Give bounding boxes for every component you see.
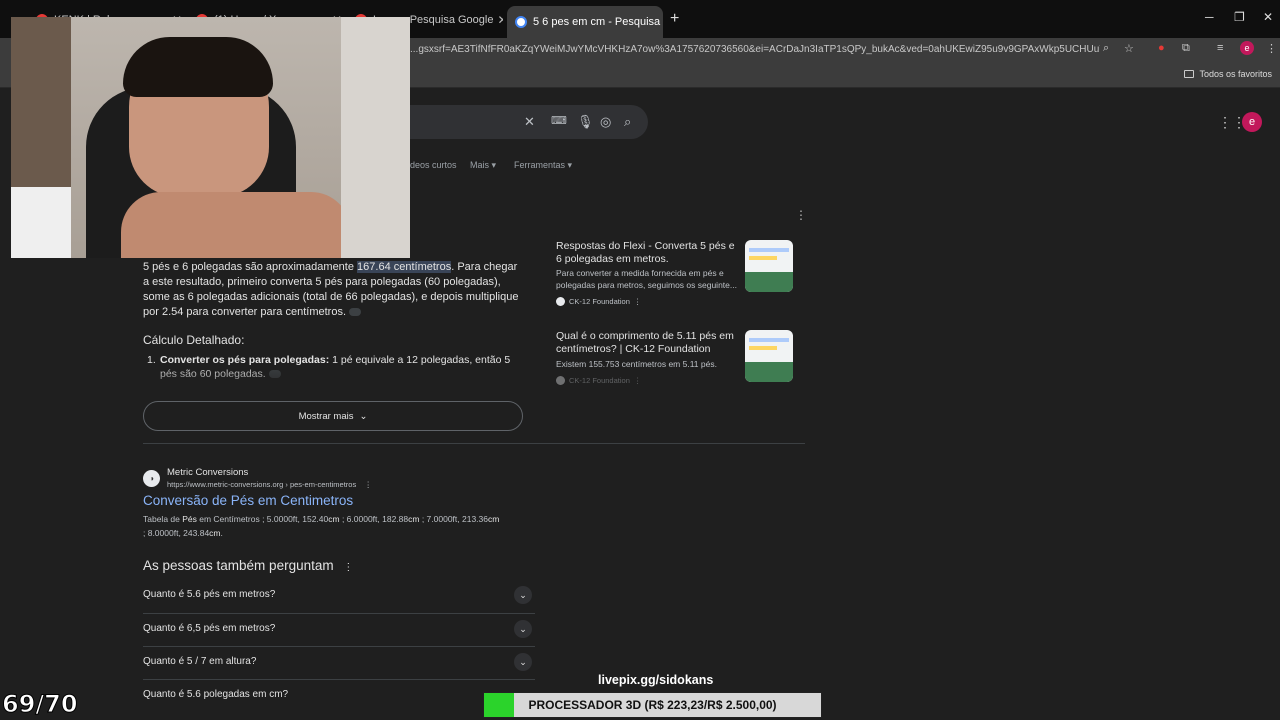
zoom-icon[interactable]: ⌕	[1103, 42, 1109, 55]
webcam-door	[11, 17, 71, 197]
more-icon[interactable]: ⋮	[634, 297, 642, 306]
new-tab-icon[interactable]: +	[670, 10, 679, 28]
ck12-logo-icon	[556, 376, 565, 385]
ai-overview-answer: 5 pés e 6 polegadas são aproximadamente …	[143, 261, 519, 318]
chevron-down-icon[interactable]: ⌄	[514, 653, 532, 671]
fade-overlay	[143, 364, 523, 398]
section-divider	[143, 443, 805, 444]
all-bookmarks-folder[interactable]: Todos os favoritos	[1184, 69, 1272, 79]
extension-icon[interactable]: ●	[1158, 42, 1165, 54]
webcam-printer	[11, 187, 71, 258]
site-favicon-icon: ◑	[143, 470, 160, 487]
more-icon[interactable]: ⋮	[343, 562, 353, 573]
ck12-logo-icon	[556, 297, 565, 306]
chevron-down-icon: ⌄	[359, 410, 368, 422]
paa-question[interactable]: Quanto é 5.6 polegadas em cm?	[143, 679, 535, 712]
livepix-link: livepix.gg/sidokans	[598, 673, 714, 687]
menu-kebab-icon[interactable]: ⋮	[1266, 42, 1277, 55]
search-icon[interactable]: ⌕	[624, 114, 631, 130]
answer-highlight: 167.64 centímetros	[357, 261, 452, 273]
close-window-icon[interactable]: ✕	[1263, 10, 1273, 24]
media-control-icon[interactable]: ≡	[1217, 42, 1223, 54]
card-source: CK-12 Foundation ⋮	[556, 376, 641, 385]
result-title-link[interactable]: Conversão de Pés em Centimetros	[143, 493, 353, 508]
chevron-down-icon[interactable]: ⌄	[514, 620, 532, 638]
show-more-button[interactable]: Mostrar mais ⌄	[143, 401, 523, 431]
paa-question[interactable]: Quanto é 6,5 pés em metros? ⌄	[143, 613, 535, 646]
stream-counter: 69/70	[2, 690, 79, 719]
side-card-1[interactable]: Respostas do Flexi - Converta 5 pés e 6 …	[548, 234, 800, 320]
lens-camera-icon[interactable]: ◎	[600, 114, 611, 130]
ai-overview-menu-icon[interactable]: ⋮	[795, 208, 807, 222]
microphone-icon[interactable]: 🎙︎	[577, 114, 594, 130]
paa-question[interactable]: Quanto é 5.6 pés em metros? ⌄	[143, 580, 535, 613]
paa-question[interactable]: Quanto é 5 / 7 em altura? ⌄	[143, 646, 535, 679]
folder-icon	[1184, 70, 1195, 78]
extensions-puzzle-icon[interactable]: ⧉	[1182, 42, 1190, 55]
paa-title: As pessoas também perguntam ⋮	[143, 558, 354, 573]
goal-text: PROCESSADOR 3D (R$ 223,23/R$ 2.500,00)	[528, 698, 777, 712]
keyboard-icon[interactable]: ⌨	[551, 114, 567, 127]
tab-short-videos[interactable]: deos curtos	[410, 160, 457, 170]
minimize-icon[interactable]: ─	[1205, 10, 1214, 24]
bookmark-star-icon[interactable]: ☆	[1124, 42, 1134, 55]
webcam-overlay	[11, 17, 410, 258]
source-link-icon[interactable]	[349, 308, 361, 317]
close-tab-icon[interactable]: ✕	[493, 13, 503, 27]
more-icon[interactable]: ⋮	[634, 376, 642, 385]
donation-goal-bar: PROCESSADOR 3D (R$ 223,23/R$ 2.500,00)	[483, 692, 822, 718]
webcam-wall	[341, 17, 410, 258]
calc-title: Cálculo Detalhado:	[143, 333, 245, 347]
profile-avatar[interactable]: e	[1240, 41, 1254, 55]
more-icon[interactable]: ⋮	[364, 480, 372, 489]
tab-more[interactable]: Mais ▾	[470, 160, 496, 171]
restore-icon[interactable]: ❐	[1234, 10, 1245, 24]
result-site-name: Metric Conversions	[167, 467, 249, 478]
tab-tools[interactable]: Ferramentas ▾	[514, 160, 572, 171]
webcam-shoulders	[121, 192, 351, 258]
side-card-2[interactable]: Qual é o comprimento de 5.11 pés em cent…	[548, 324, 800, 388]
google-account-avatar[interactable]: e	[1242, 112, 1262, 132]
result-url: https://www.metric-conversions.org › pes…	[167, 480, 372, 489]
card-thumbnail	[745, 330, 793, 382]
tab-active[interactable]: 5 6 pes em cm - Pesquisa Googl ✕	[507, 6, 663, 38]
card-thumbnail	[745, 240, 793, 292]
webcam-hair	[123, 37, 273, 97]
card-source: CK-12 Foundation ⋮	[556, 297, 641, 306]
chevron-down-icon[interactable]: ⌄	[514, 586, 532, 604]
address-bar[interactable]: ...gsxsrf=AE3TifNfFR0aKZqYWeiMJwYMcVHKHz…	[410, 40, 1100, 60]
google-favicon-icon	[515, 16, 527, 28]
clear-search-icon[interactable]: ✕	[524, 114, 535, 130]
result-snippet: Tabela de Pés em Centímetros ; 5.0000ft,…	[143, 514, 500, 538]
